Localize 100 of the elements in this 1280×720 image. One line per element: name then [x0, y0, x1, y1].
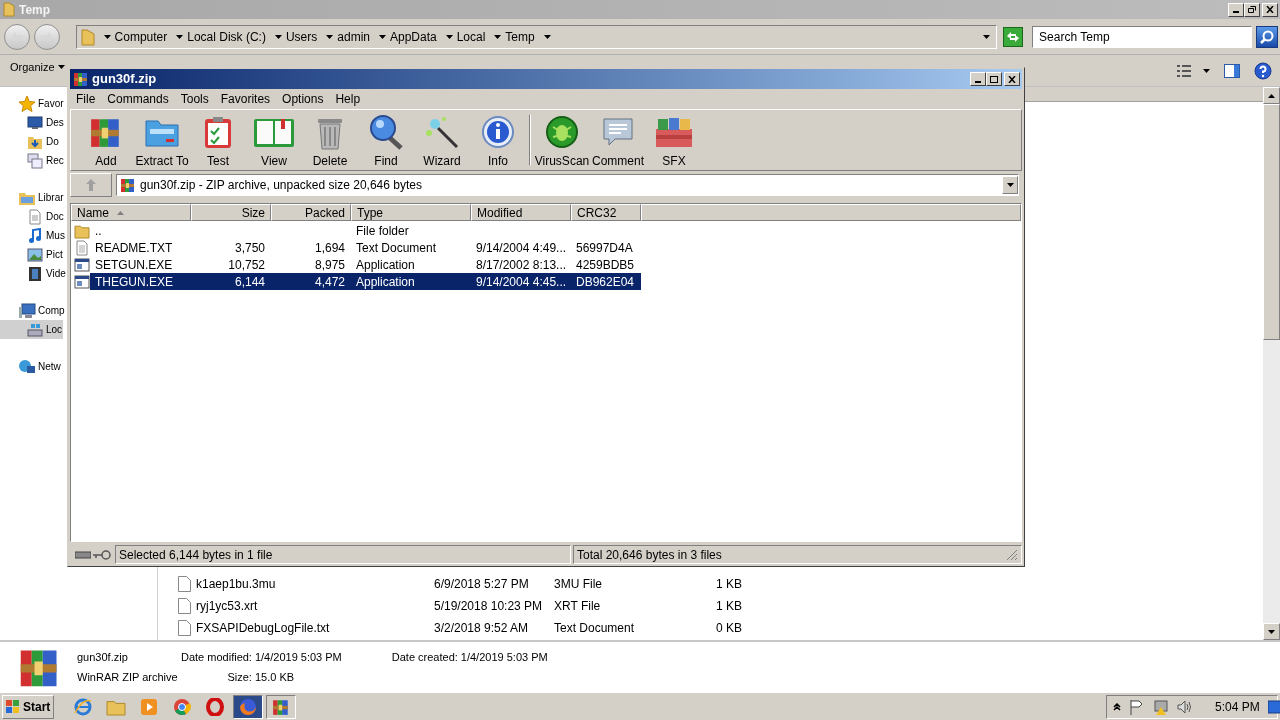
nav-item[interactable]: Des — [0, 113, 65, 132]
file-row[interactable]: README.TXT 3,750 1,694 Text Document 9/14/2004 4:49... 56997D4A — [90, 239, 641, 256]
menu-item[interactable]: Commands — [101, 90, 175, 108]
breadcrumb[interactable]: Local — [456, 27, 486, 46]
dropdown-button[interactable] — [1002, 176, 1018, 194]
refresh-button[interactable] — [1003, 26, 1024, 47]
up-button[interactable] — [70, 173, 112, 197]
toolbar-button[interactable]: Find — [358, 110, 414, 170]
table-cell-text: 4259BDB5 — [576, 256, 635, 274]
file-type: Text Document — [554, 621, 635, 635]
menu-item[interactable]: Tools — [174, 90, 215, 108]
nav-item[interactable]: Favor — [0, 94, 64, 113]
toolbar-button[interactable]: Add — [78, 110, 134, 170]
nav-item[interactable]: Loc — [0, 320, 64, 339]
table-cell-text: File folder — [356, 222, 409, 240]
toolbar-button[interactable]: SFX — [646, 110, 702, 170]
path-text: gun30f.zip - ZIP archive, unpacked size 20,646 bytes — [140, 177, 422, 194]
document-icon — [27, 208, 43, 225]
nav-item[interactable]: Mus — [0, 226, 66, 245]
menu-item[interactable]: File — [70, 90, 102, 108]
organize-button[interactable]: Organize — [10, 59, 65, 76]
breadcrumb[interactable]: Temp — [505, 27, 535, 46]
close-button[interactable] — [1004, 72, 1020, 86]
toolbar-button[interactable]: Extract To — [134, 110, 190, 170]
clock[interactable]: 5:04 PM — [1215, 697, 1260, 716]
close-icon — [1266, 6, 1274, 13]
nav-item[interactable]: Doc — [0, 207, 65, 226]
restore-button[interactable] — [1244, 2, 1260, 17]
column-header[interactable]: Size — [191, 204, 271, 221]
pane-icon — [1224, 63, 1240, 78]
breadcrumb[interactable]: AppData — [389, 27, 437, 46]
help-button[interactable] — [1254, 61, 1272, 80]
column-header[interactable]: Modified — [471, 204, 571, 221]
maximize-button[interactable] — [986, 72, 1002, 86]
toolbar-button[interactable]: Wizard — [414, 110, 470, 170]
minimize-button[interactable] — [970, 72, 986, 86]
column-header[interactable]: Packed — [271, 204, 351, 221]
property-label: Size: — [226, 669, 252, 685]
table-cell-text: Application — [356, 256, 415, 274]
caret-icon — [378, 34, 386, 39]
caret-icon — [1006, 183, 1014, 187]
menu-item[interactable]: Favorites — [214, 90, 277, 108]
nav-item[interactable]: Netw — [0, 357, 61, 376]
picture-icon — [27, 246, 43, 263]
toolbar-button[interactable]: Delete — [302, 110, 358, 170]
toolbar-button[interactable]: Info — [470, 110, 526, 170]
caret-icon — [1203, 68, 1210, 73]
nav-item[interactable]: Vide — [0, 264, 67, 283]
breadcrumb[interactable]: admin — [337, 27, 370, 46]
file-row[interactable]: THEGUN.EXE 6,144 4,472 Application 9/14/2004 4:45... DB962E04 — [90, 273, 641, 290]
file-name[interactable]: ryj1yc53.xrt — [196, 597, 258, 615]
search-input[interactable]: Search Temp — [1039, 27, 1252, 46]
nav-item[interactable]: Do — [0, 132, 60, 151]
table-cell-text: 6,144 — [234, 273, 265, 291]
books-icon — [272, 697, 291, 716]
search-field[interactable]: Search Temp — [1032, 25, 1253, 48]
toolbar-button[interactable]: VirusScan — [534, 110, 590, 170]
nav-item[interactable]: Rec — [0, 151, 65, 170]
restore-icon — [1248, 6, 1256, 13]
scroll-down-button[interactable] — [1263, 623, 1280, 640]
nav-item[interactable]: Librar — [0, 188, 64, 207]
file-row[interactable]: .. File folder — [90, 222, 641, 239]
menu-item[interactable]: Options — [276, 90, 330, 108]
column-header[interactable]: CRC32 — [571, 204, 641, 221]
breadcrumb[interactable]: Computer — [114, 27, 168, 46]
search-button[interactable] — [1256, 25, 1278, 48]
caret-icon — [543, 34, 551, 39]
caret-icon — [983, 34, 991, 39]
toolbar-button[interactable]: Test — [190, 110, 246, 170]
caret-icon — [1268, 629, 1275, 634]
scroll-thumb[interactable] — [1263, 104, 1280, 340]
file-row[interactable]: SETGUN.EXE 10,752 8,975 Application 8/17/2002 8:13... 4259BDB5 — [90, 256, 641, 273]
toolbar-button[interactable]: View — [246, 110, 302, 170]
file-name[interactable]: FXSAPIDebugLogFile.txt — [196, 619, 330, 637]
taskbar-button[interactable] — [266, 694, 297, 719]
taskbar-button[interactable] — [233, 694, 264, 719]
start-button[interactable]: Start — [2, 694, 55, 719]
nav-item[interactable]: Pict — [0, 245, 64, 264]
preview-pane-button[interactable] — [1224, 63, 1240, 78]
breadcrumb[interactable]: Users — [285, 27, 318, 46]
drive-icon — [27, 321, 43, 338]
breadcrumb[interactable]: Local Disk (C:) — [187, 27, 266, 46]
column-header[interactable]: Type — [351, 204, 471, 221]
help-icon — [1254, 61, 1272, 80]
view-button[interactable] — [1177, 64, 1210, 77]
date-modified: 6/9/2018 5:27 PM — [434, 577, 529, 591]
close-button[interactable] — [1262, 2, 1278, 17]
scroll-up-button[interactable] — [1263, 87, 1280, 104]
column-header[interactable]: Name — [71, 204, 191, 221]
scrollbar[interactable] — [1263, 87, 1280, 640]
table-cell-text: THEGUN.EXE — [95, 273, 173, 291]
toolbar-button[interactable]: Comment — [590, 110, 646, 170]
monitor-icon — [1267, 698, 1280, 715]
window-title: gun30f.zip — [92, 70, 157, 89]
menu-item[interactable]: Help — [329, 90, 367, 108]
minimize-button[interactable] — [1228, 2, 1244, 17]
nav-item[interactable]: Comp — [0, 301, 65, 320]
path-field[interactable]: gun30f.zip - ZIP archive, unpacked size 20,646 bytes — [116, 174, 1019, 196]
address-bar[interactable]: Computer Local Disk (C:) Users admin AppData Local Temp — [75, 24, 998, 49]
file-name[interactable]: k1aep1bu.3mu — [196, 575, 276, 593]
